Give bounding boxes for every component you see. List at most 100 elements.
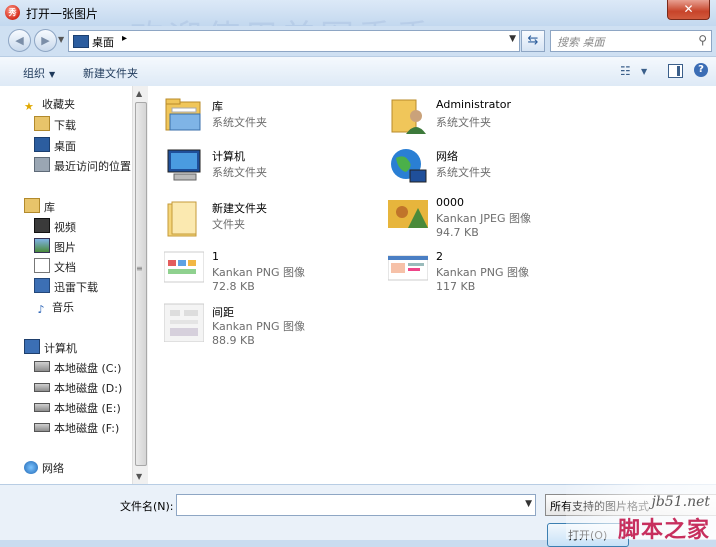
nav-music-label: 音乐 (52, 301, 74, 314)
file-name: 网络 (436, 150, 458, 163)
nav-desktop[interactable]: 桌面 (34, 137, 76, 155)
scroll-down-icon[interactable]: ▼ (136, 472, 142, 481)
help-icon[interactable]: ? (694, 63, 708, 77)
nav-drive-d[interactable]: 本地磁盘 (D:) (34, 380, 122, 398)
library-icon (24, 198, 40, 213)
navigation-scrollbar[interactable]: ▲ ≡ ▼ (132, 86, 148, 484)
refresh-button[interactable]: ⇆ (521, 30, 545, 52)
file-item-0000[interactable]: 0000 Kankan JPEG 图像 94.7 KB (388, 192, 598, 240)
nav-thunder-label: 迅雷下载 (54, 281, 98, 294)
nav-libraries-label: 库 (44, 201, 55, 214)
star-icon: ★ (24, 100, 34, 113)
address-row: ◀ ▶ ▼ 桌面 ▸ ▼ ⇆ 搜索 桌面 ⚲ (0, 26, 716, 56)
history-dropdown-icon[interactable]: ▼ (58, 35, 64, 44)
file-type: 文件夹 (212, 218, 245, 231)
file-item-2[interactable]: 2 Kankan PNG 图像 117 KB (388, 246, 598, 294)
app-logo-icon: 秀 (5, 5, 20, 20)
file-size: 94.7 KB (436, 226, 479, 239)
recent-places-icon (34, 157, 50, 172)
nav-documents[interactable]: 文档 (34, 258, 76, 276)
file-item-library[interactable]: 库 系统文件夹 (164, 94, 374, 142)
library-icon (165, 98, 201, 131)
nav-favorites-label: 收藏夹 (42, 98, 75, 111)
address-dropdown-icon[interactable]: ▼ (509, 34, 516, 44)
scroll-up-icon[interactable]: ▲ (136, 89, 142, 98)
file-type: Kankan PNG 图像 (212, 266, 306, 279)
nav-drive-d-label: 本地磁盘 (D:) (54, 382, 123, 395)
back-button[interactable]: ◀ (8, 29, 31, 52)
command-toolbar: 组织 ▼ 新建文件夹 ☷ ▼ ? (0, 56, 716, 88)
file-item-spacing[interactable]: 间距 Kankan PNG 图像 88.9 KB (164, 300, 374, 348)
file-item-1[interactable]: 1 Kankan PNG 图像 72.8 KB (164, 246, 374, 294)
navigation-pane: ★ 收藏夹 下载 桌面 最近访问的位置 库 视频 图片 文档 迅雷下载 ♪ 音乐 计… (0, 86, 132, 484)
breadcrumb-chevron-icon[interactable]: ▸ (122, 33, 127, 44)
png-thumbnail (164, 303, 204, 342)
scrollbar-thumb[interactable] (135, 102, 147, 466)
file-item-computer[interactable]: 计算机 系统文件夹 (164, 144, 374, 192)
filename-label: 文件名(N): (120, 500, 174, 513)
nav-pictures[interactable]: 图片 (34, 238, 76, 256)
nav-drive-f-label: 本地磁盘 (F:) (54, 422, 120, 435)
nav-downloads-label: 下载 (54, 119, 76, 132)
nav-drive-f[interactable]: 本地磁盘 (F:) (34, 420, 119, 438)
folder-icon (167, 201, 197, 237)
nav-documents-label: 文档 (54, 261, 76, 274)
site-watermark: jb51.net 脚本之家 (566, 480, 716, 543)
file-item-new-folder[interactable]: 新建文件夹 文件夹 (164, 196, 374, 244)
file-name: 2 (436, 250, 443, 263)
close-button[interactable]: ✕ (667, 0, 710, 20)
png-thumbnail (164, 251, 204, 283)
forward-button[interactable]: ▶ (34, 29, 57, 52)
view-options-icon[interactable]: ☷ (620, 64, 631, 78)
nav-desktop-label: 桌面 (54, 140, 76, 153)
nav-thunder-downloads[interactable]: 迅雷下载 (34, 278, 98, 296)
nav-drive-e[interactable]: 本地磁盘 (E:) (34, 400, 121, 418)
nav-computer[interactable]: 计算机 (24, 339, 77, 357)
computer-icon (167, 149, 201, 181)
network-icon (24, 461, 38, 474)
nav-libraries[interactable]: 库 (24, 198, 55, 216)
view-dropdown-icon[interactable]: ▼ (641, 67, 647, 76)
nav-drive-c[interactable]: 本地磁盘 (C:) (34, 360, 121, 378)
nav-pictures-label: 图片 (54, 241, 76, 254)
search-icon[interactable]: ⚲ (698, 33, 707, 47)
file-name: Administrator (436, 98, 511, 111)
file-name: 库 (212, 100, 223, 113)
search-input[interactable]: 搜索 桌面 ⚲ (550, 30, 712, 52)
nav-computer-label: 计算机 (44, 342, 77, 355)
filename-dropdown-icon[interactable]: ▼ (525, 499, 532, 509)
nav-drive-e-label: 本地磁盘 (E:) (54, 402, 121, 415)
folder-icon (34, 278, 50, 293)
nav-network[interactable]: 网络 (24, 460, 64, 478)
new-folder-button[interactable]: 新建文件夹 (83, 65, 138, 81)
organize-button[interactable]: 组织 ▼ (23, 65, 55, 81)
file-size: 117 KB (436, 280, 476, 293)
nav-favorites[interactable]: ★ 收藏夹 (24, 96, 75, 114)
window-title: 打开一张图片 (26, 7, 99, 21)
file-type: Kankan PNG 图像 (436, 266, 530, 279)
back-arrow-icon: ◀ (15, 34, 24, 47)
drive-icon (34, 423, 50, 432)
breadcrumb-desktop[interactable]: 桌面 (92, 34, 114, 50)
preview-pane-icon[interactable] (668, 64, 683, 78)
file-name: 新建文件夹 (212, 202, 267, 215)
nav-music[interactable]: ♪ 音乐 (34, 299, 74, 317)
nav-downloads[interactable]: 下载 (34, 116, 76, 134)
filename-input[interactable]: ▼ (176, 494, 536, 516)
file-name: 0000 (436, 196, 464, 209)
user-folder-icon (391, 99, 426, 134)
watermark-name: 脚本之家 (617, 518, 710, 543)
nav-videos[interactable]: 视频 (34, 218, 76, 236)
forward-arrow-icon: ▶ (41, 34, 50, 47)
file-item-administrator[interactable]: Administrator 系统文件夹 (388, 94, 598, 142)
title-bar: 秀 打开一张图片 欢迎使用美图秀秀 ✕ (0, 0, 716, 58)
nav-recent[interactable]: 最近访问的位置 (34, 157, 131, 175)
download-folder-icon (34, 116, 50, 131)
file-type: Kankan PNG 图像 (212, 320, 306, 333)
watermark-url: jb51.net (651, 494, 711, 510)
address-bar[interactable]: 桌面 ▸ ▼ (68, 30, 520, 52)
file-type: 系统文件夹 (436, 116, 491, 129)
file-item-network[interactable]: 网络 系统文件夹 (388, 144, 598, 192)
file-size: 88.9 KB (212, 334, 255, 347)
video-icon (34, 218, 50, 233)
